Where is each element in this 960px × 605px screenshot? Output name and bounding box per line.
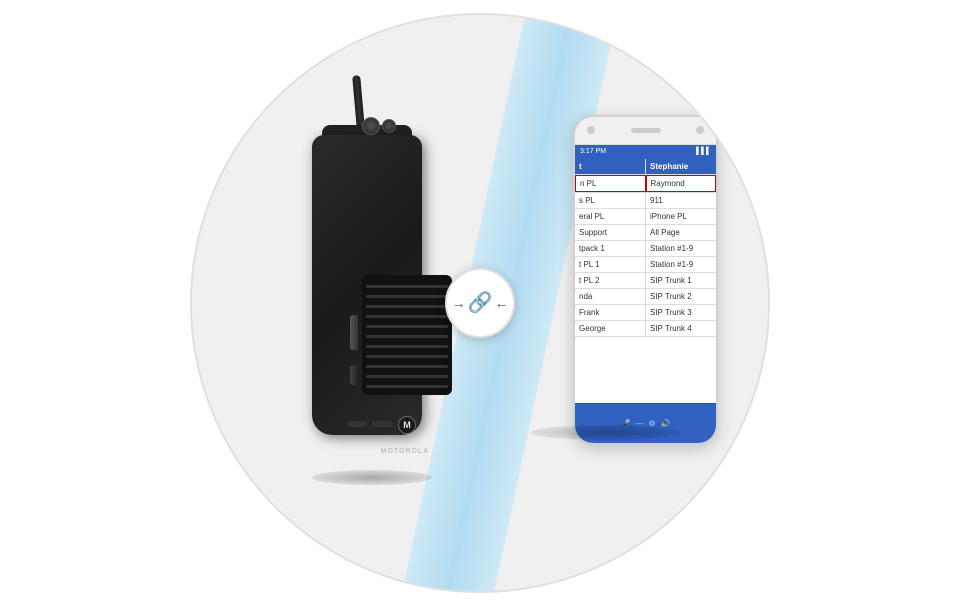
phone-speaker <box>631 128 661 133</box>
contact-cell-left: tpack 1 <box>575 241 646 256</box>
radio-body: M MOTOROLA <box>312 135 422 435</box>
contact-cell-left: nda <box>575 289 646 304</box>
contact-row[interactable]: eral PLiPhone PL <box>575 209 716 225</box>
left-arrow-icon: → <box>452 295 466 311</box>
status-time: 3:17 PM <box>580 148 606 155</box>
contact-cell-right: Station #1-9 <box>646 257 716 272</box>
right-arrow-icon: ← <box>494 295 508 311</box>
contact-row[interactable]: ndaSIP Trunk 2 <box>575 289 716 305</box>
chain-link-icon: 🔗 <box>468 290 493 315</box>
contact-row[interactable]: GeorgeSIP Trunk 4 <box>575 321 716 337</box>
link-circle: → 🔗 ← <box>445 268 515 338</box>
motorola-brand-text: MOTOROLA <box>381 448 430 455</box>
contact-cell-left: eral PL <box>575 209 646 224</box>
contact-cell-left: Support <box>575 225 646 240</box>
radio-shadow <box>312 470 432 485</box>
contact-cell-left: Frank <box>575 305 646 320</box>
contact-row[interactable]: tStephanie <box>575 159 716 175</box>
phone-home-row <box>575 443 716 445</box>
phone-body: 3:17 PM ▌▌▌ tStephanien PLRaymonds PL911… <box>573 115 718 445</box>
contact-row[interactable]: n PLRaymond <box>575 175 716 193</box>
status-signal: ▌▌▌ <box>696 148 711 155</box>
contact-cell-left: George <box>575 321 646 336</box>
ptt-button[interactable] <box>350 365 358 385</box>
link-icon: → 🔗 ← <box>452 290 509 315</box>
channel-knob <box>362 117 380 135</box>
phone-top-bar <box>575 117 716 145</box>
contact-row[interactable]: t PL 1Station #1-9 <box>575 257 716 273</box>
contact-list[interactable]: tStephanien PLRaymonds PL911eral PLiPhon… <box>575 159 716 337</box>
contact-cell-right: Station #1-9 <box>646 241 716 256</box>
contact-row[interactable]: FrankSIP Trunk 3 <box>575 305 716 321</box>
main-scene: M MOTOROLA <box>190 13 770 593</box>
phone-container: 3:17 PM ▌▌▌ tStephanien PLRaymonds PL911… <box>573 115 718 445</box>
contact-cell-right: SIP Trunk 3 <box>646 305 716 320</box>
phone-shadow <box>530 425 680 440</box>
volume-knob <box>382 119 396 133</box>
speaker-grille <box>362 275 452 395</box>
contact-row[interactable]: tpack 1Station #1-9 <box>575 241 716 257</box>
contact-cell-right: iPhone PL <box>646 209 716 224</box>
contact-cell-right: Stephanie <box>646 159 716 174</box>
motorola-m-letter: M <box>403 420 411 430</box>
contact-cell-left: t PL 2 <box>575 273 646 288</box>
circle-background: M MOTOROLA <box>190 13 770 593</box>
contact-row[interactable]: s PL911 <box>575 193 716 209</box>
contact-row[interactable]: SupportAll Page <box>575 225 716 241</box>
contact-cell-left: s PL <box>575 193 646 208</box>
side-button[interactable] <box>350 315 358 350</box>
contact-cell-right: SIP Trunk 2 <box>646 289 716 304</box>
motorola-circle: M <box>398 416 416 434</box>
contact-row[interactable]: t PL 2SIP Trunk 1 <box>575 273 716 289</box>
contact-cell-right: SIP Trunk 1 <box>646 273 716 288</box>
contact-cell-right: All Page <box>646 225 716 240</box>
contact-cell-left: t <box>575 159 646 174</box>
phone-screen[interactable]: 3:17 PM ▌▌▌ tStephanien PLRaymonds PL911… <box>575 145 716 403</box>
contact-cell-left: t PL 1 <box>575 257 646 272</box>
contact-cell-left: n PL <box>575 175 646 192</box>
status-bar: 3:17 PM ▌▌▌ <box>575 145 716 159</box>
contact-cell-right: SIP Trunk 4 <box>646 321 716 336</box>
contact-cell-right: 911 <box>646 193 716 208</box>
contact-cell-right: Raymond <box>646 175 717 192</box>
